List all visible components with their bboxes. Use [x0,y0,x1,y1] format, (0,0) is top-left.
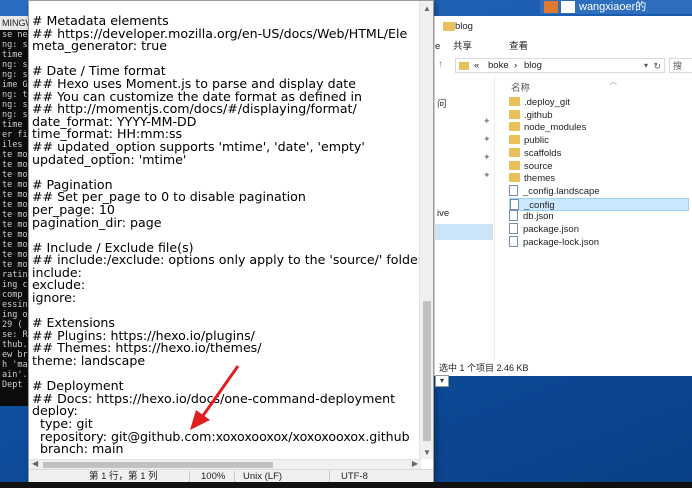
sort-chevron-icon: ︿ [609,77,617,86]
editor-line: pagination_dir: page [32,214,162,230]
search-input[interactable]: 搜 [669,58,692,73]
item-name: .github [524,109,553,121]
tab-view[interactable]: 查看 [509,38,528,56]
file-explorer-window[interactable]: blog e 共享 查看 ↑ « boke › blog ▾ ↻ 搜 问 ✦ ✦… [434,16,692,387]
ribbon-tab-file-edge[interactable]: e [435,38,440,56]
item-name: source [524,160,553,172]
nav-label[interactable]: ive [437,208,449,219]
item-name: db.json [523,211,554,223]
editor-line: exclude: [32,277,86,293]
editor-line: include: [32,264,82,280]
list-item[interactable]: .github [509,109,689,122]
nav-selected-item[interactable] [435,224,493,240]
list-item[interactable]: scaffolds [509,147,689,160]
nav-label: 问 [437,99,447,110]
file-icon [509,223,518,234]
item-name: package.json [523,224,579,235]
scroll-down-icon[interactable]: ▼ [423,448,431,457]
folder-icon [509,122,520,132]
address-bar: ↑ « boke › blog ▾ ↻ 搜 [435,56,692,76]
tab-share[interactable]: 共享 [453,38,472,56]
item-name: scaffolds [524,147,562,159]
list-item[interactable]: package.json [509,223,689,236]
pin-icon[interactable]: ✦ [483,170,491,181]
item-name: public [524,135,549,147]
pin-icon[interactable]: ✦ [483,152,491,163]
pin-icon[interactable]: ✦ [483,116,491,127]
explorer-title-bar: blog [435,16,692,38]
editor-line: branch: main [32,441,124,457]
vertical-scrollbar[interactable]: ▲ ▼ [419,1,433,459]
chevron-down-icon[interactable]: ▾ [435,375,449,387]
scroll-left-icon[interactable]: ◀ [32,459,38,468]
up-arrow-icon[interactable]: ↑ [438,59,443,70]
explorer-title: blog [455,21,473,32]
status-bar: 第 1 行，第 1 列 100% Unix (LF) UTF-8 [29,469,433,483]
folder-icon [509,147,520,157]
list-item[interactable]: _config [509,197,689,211]
item-name: node_modules [524,122,587,134]
breadcrumb-boke[interactable]: boke [488,59,509,73]
list-item[interactable]: node_modules [509,121,689,134]
file-icon [510,198,519,210]
column-header-name[interactable]: 名称 [511,80,530,94]
editor-line: ignore: [32,290,77,306]
ribbon-tabs: e 共享 查看 [435,38,692,56]
chevron-down-icon[interactable]: ▾ [644,59,648,73]
folder-icon [509,109,520,119]
selection-status: 选中 1 个项目 2.46 KB [439,363,529,373]
folder-icon [509,97,520,106]
file-icon [509,184,518,196]
horizontal-scroll-thumb[interactable] [43,462,273,468]
item-name: package-lock.json [523,236,600,248]
folder-icon [509,173,520,183]
list-item[interactable]: themes [509,172,689,185]
notification-icon [561,1,575,13]
folder-icon [459,62,469,70]
file-list: 名称 ︿ .deploy_git .github node_modules publi… [499,76,692,366]
list-item[interactable]: _config.landscape [509,184,689,198]
list-item[interactable]: public [509,134,689,147]
file-icon [509,235,518,247]
list-item[interactable]: .deploy_git [509,96,689,109]
editor-line: meta_generator: true [32,38,168,54]
breadcrumb-separator: › [514,60,518,71]
scroll-right-icon[interactable]: ▶ [412,459,418,468]
breadcrumb-blog[interactable]: blog [524,59,542,73]
pin-icon[interactable]: ✦ [483,134,491,145]
folder-icon [509,135,520,145]
address-input[interactable]: « boke › blog ▾ ↻ [455,58,665,73]
red-arrow-annotation [190,365,240,430]
navigation-pane: 问 ✦ ✦ ✦ ✦ ive [435,76,495,366]
user-name: wangxiaoer的 [579,1,647,13]
user-avatar-icon [544,1,558,13]
list-item[interactable]: source [509,160,689,173]
horizontal-scrollbar[interactable]: ◀ ▶ [29,459,421,469]
editor-line: updated_option: 'mtime' [32,151,187,167]
scroll-up-icon[interactable]: ▲ [423,4,431,13]
item-name: .deploy_git [524,97,570,108]
folder-icon [443,22,455,31]
vertical-scroll-thumb[interactable] [423,301,431,441]
list-item[interactable]: package-lock.json [509,235,689,249]
explorer-status-bar: 选中 1 个项目 2.46 KB ▾ [435,361,692,387]
file-icon [509,210,518,222]
refresh-icon[interactable]: ↻ [653,59,661,73]
taskbar [0,482,692,488]
breadcrumb-back[interactable]: « [474,59,479,73]
editor-line: ## include:/exclude: options only apply … [32,252,421,268]
item-name: themes [524,173,556,185]
item-name: _config.landscape [523,185,600,197]
list-item[interactable]: db.json [509,210,689,223]
item-name: _config [524,199,555,211]
user-notification-strip[interactable]: wangxiaoer的 [540,0,692,14]
folder-icon [509,160,520,170]
